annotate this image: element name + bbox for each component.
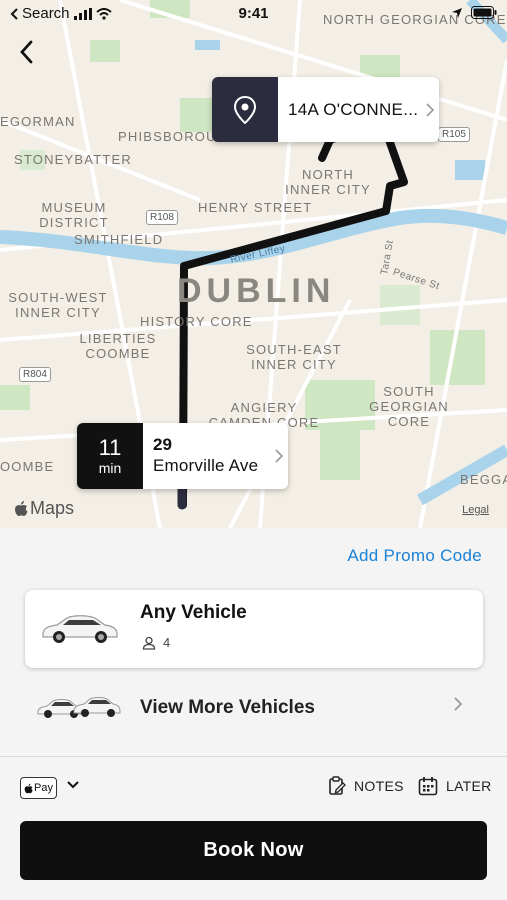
back-button[interactable]: [10, 36, 42, 68]
map-label-stoneybatter: STONEYBATTER: [14, 152, 132, 167]
cars-icon: [37, 697, 121, 718]
notes-label: NOTES: [354, 778, 404, 794]
maps-attribution: Maps: [14, 498, 74, 519]
destination-cap: [212, 77, 278, 142]
book-now-button[interactable]: Book Now: [20, 821, 487, 880]
road-shield-r105: R105: [438, 127, 470, 142]
map-label-south-west-inner-city: SOUTH-WEST INNER CITY: [8, 290, 108, 320]
road-shield-r108: R108: [146, 210, 178, 225]
chevron-right-icon: [270, 423, 288, 489]
map-label-henry-street: HENRY STREET: [198, 200, 313, 215]
map-label-north-inner-city: NORTH INNER CITY: [285, 167, 371, 197]
maps-attribution-text: Maps: [30, 498, 75, 518]
destination-address: 14A O'CONNE...: [288, 99, 419, 119]
origin-street-name: Emorville Ave: [153, 456, 259, 475]
car-icon: [42, 615, 118, 643]
location-arrow-icon: [452, 7, 462, 18]
divider: [0, 756, 507, 757]
location-pin-icon: [234, 95, 256, 124]
notes-icon: [329, 776, 346, 795]
vehicle-seat-count: 4: [163, 635, 171, 650]
apple-pay-icon: [24, 783, 33, 793]
person-icon: [142, 636, 156, 650]
map-label-smithfield: SMITHFIELD: [74, 232, 164, 247]
legal-link[interactable]: Legal: [462, 504, 489, 516]
view-more-vehicles-row[interactable]: View More Vehicles: [0, 678, 507, 738]
map-label-history-core: HISTORY CORE: [140, 314, 253, 329]
map-label-oombe: OOMBE: [0, 459, 55, 474]
map-label-city: Dublin: [177, 272, 336, 310]
map-label-egorman: EGORMAN: [0, 114, 76, 129]
schedule-later-button[interactable]: LATER: [418, 776, 492, 796]
battery-icon: [471, 6, 497, 19]
origin-street-number: 29: [153, 435, 172, 454]
apple-logo-icon: [15, 501, 28, 516]
map-label-south-east-inner-city: SOUTH-EAST INNER CITY: [246, 342, 342, 372]
eta-unit: min: [98, 460, 122, 476]
route-map[interactable]: NORTH GEORGIAN CORE EGORMAN PHIBSBOROUGH…: [0, 0, 507, 528]
origin-callout[interactable]: 11 min 29 Emorville Ave: [77, 423, 288, 489]
vehicle-option-card[interactable]: Any Vehicle 4: [25, 590, 483, 668]
road-shield-r804: R804: [19, 367, 51, 382]
status-time: 9:41: [238, 5, 269, 22]
booking-sheet: Add Promo Code Any Vehicle 4 View More V…: [0, 528, 507, 900]
destination-callout[interactable]: 14A O'CONNE...: [212, 77, 439, 142]
chevron-right-icon: [454, 697, 463, 711]
payment-method-selector[interactable]: Pay: [20, 777, 57, 799]
later-label: LATER: [446, 778, 492, 794]
notes-button[interactable]: NOTES: [328, 776, 404, 796]
calendar-icon: [418, 777, 438, 796]
chevron-left-icon: [20, 40, 33, 64]
eta-badge: 11 min: [77, 423, 143, 489]
add-promo-code-link[interactable]: Add Promo Code: [347, 546, 482, 566]
status-bar: Search 9:41: [0, 0, 507, 28]
map-label-begga: BEGGA: [460, 472, 507, 487]
vehicle-name: Any Vehicle: [140, 602, 247, 623]
payment-method-label: Pay: [34, 782, 53, 794]
eta-value: 11: [98, 435, 122, 460]
chevron-down-icon[interactable]: [66, 780, 80, 790]
map-label-liberties-coombe: LIBERTIES COOMBE: [79, 331, 157, 361]
map-label-south-georgian-core: SOUTH GEORGIAN CORE: [369, 384, 449, 429]
view-more-vehicles-label: View More Vehicles: [140, 697, 315, 718]
chevron-right-icon: [421, 77, 439, 142]
vehicle-capacity: 4: [142, 635, 170, 650]
map-label-museum-district: MUSEUM DISTRICT: [39, 200, 109, 230]
options-row: Pay NOTES LATER: [0, 773, 507, 803]
